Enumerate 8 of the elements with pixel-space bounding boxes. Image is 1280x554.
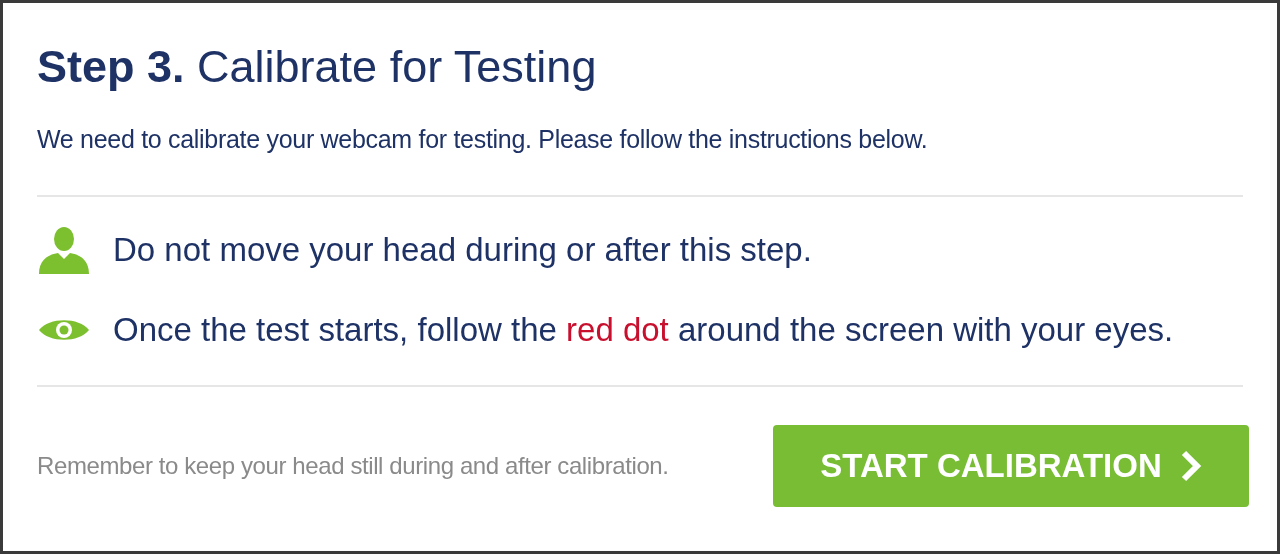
start-calibration-button[interactable]: START CALIBRATION [773, 424, 1249, 507]
intro-text: We need to calibrate your webcam for testing. Please follow the instructions below. [37, 124, 929, 156]
person-icon [37, 225, 91, 274]
chevron-right-icon [1179, 449, 1202, 482]
page-title: Step 3. Calibrate for Testing [37, 40, 598, 94]
instruction-text: Once the test starts, follow the red dot around the screen with your eyes. [113, 310, 1174, 350]
reminder-text: Remember to keep your head still during and after calibration. [37, 450, 669, 481]
instruction-text: Do not move your head during or after this step. [113, 230, 812, 270]
